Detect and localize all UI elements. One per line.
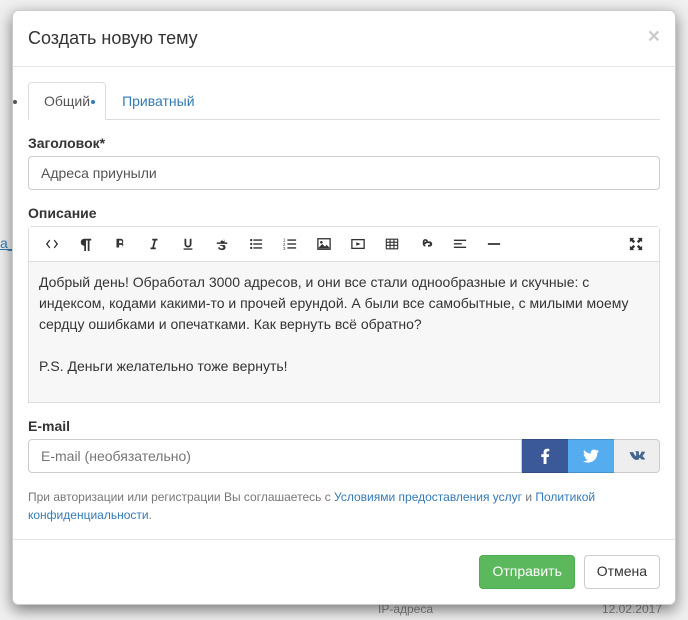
editor-toolbar: 123 xyxy=(29,227,659,262)
paragraph-icon[interactable] xyxy=(69,227,103,261)
desc-p1: Добрый день! Обработал 3000 адресов, и о… xyxy=(39,272,649,335)
align-icon[interactable] xyxy=(443,227,477,261)
underline-icon[interactable] xyxy=(171,227,205,261)
facebook-login-button[interactable] xyxy=(522,439,568,473)
codeview-icon[interactable] xyxy=(35,227,69,261)
ordered-list-icon[interactable]: 123 xyxy=(273,227,307,261)
italic-icon[interactable] xyxy=(137,227,171,261)
email-row xyxy=(28,439,660,473)
tab-private[interactable]: Приватный xyxy=(106,82,210,120)
modal-title: Создать новую тему xyxy=(28,26,660,51)
hr-icon[interactable] xyxy=(477,227,511,261)
title-input[interactable] xyxy=(28,156,660,190)
email-label: E-mail xyxy=(28,418,660,434)
title-group: Заголовок* xyxy=(28,135,660,190)
twitter-login-button[interactable] xyxy=(568,439,614,473)
modal-footer: Отправить Отмена xyxy=(13,539,675,604)
unordered-list-icon[interactable] xyxy=(239,227,273,261)
video-icon[interactable] xyxy=(341,227,375,261)
create-topic-modal: Создать новую тему × Общий Приватный Заг… xyxy=(12,10,676,605)
desc-p2: P.S. Деньги желательно тоже вернуть! xyxy=(39,356,649,377)
submit-button[interactable]: Отправить xyxy=(479,555,574,589)
modal-header: Создать новую тему × xyxy=(13,11,675,67)
rich-text-editor: 123 Добрый день! Обработал 3000 адресов,… xyxy=(28,226,660,403)
description-group: Описание 123 xyxy=(28,205,660,403)
description-textarea[interactable]: Добрый день! Обработал 3000 адресов, и о… xyxy=(29,262,659,402)
legal-text: При авторизации или регистрации Вы согла… xyxy=(28,488,660,524)
title-label: Заголовок* xyxy=(28,135,660,151)
fullscreen-icon[interactable] xyxy=(619,227,653,261)
svg-text:3: 3 xyxy=(283,246,286,251)
email-field[interactable] xyxy=(28,439,522,473)
strikethrough-icon[interactable] xyxy=(205,227,239,261)
bold-icon[interactable] xyxy=(103,227,137,261)
email-group: E-mail xyxy=(28,418,660,473)
tos-link[interactable]: Условиями предоставления услуг xyxy=(334,490,522,504)
vk-login-button[interactable] xyxy=(614,439,660,473)
modal-body: Общий Приватный Заголовок* Описание 123 xyxy=(13,67,675,539)
close-icon[interactable]: × xyxy=(648,26,660,47)
picture-icon[interactable] xyxy=(307,227,341,261)
tabs: Общий Приватный xyxy=(28,82,660,120)
link-icon[interactable] xyxy=(409,227,443,261)
table-icon[interactable] xyxy=(375,227,409,261)
cancel-button[interactable]: Отмена xyxy=(584,555,660,589)
description-label: Описание xyxy=(28,205,660,221)
